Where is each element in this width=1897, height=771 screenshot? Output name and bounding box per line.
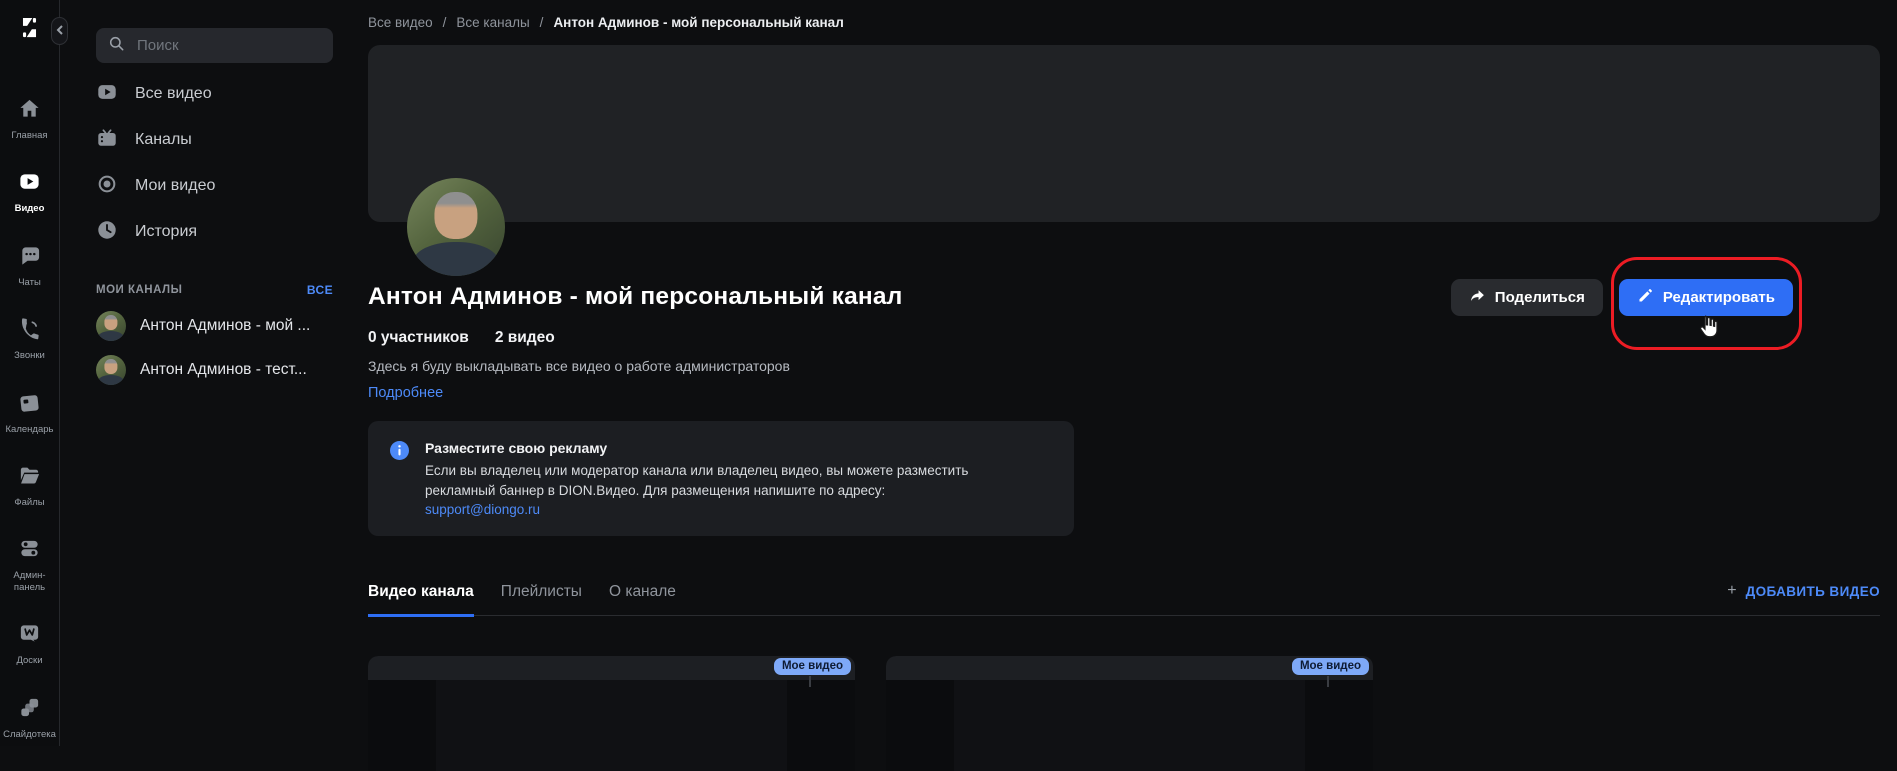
video-card[interactable]: Мое видео (368, 656, 855, 771)
toggles-icon (18, 537, 41, 565)
tab-channel-videos[interactable]: Видео канала (368, 583, 474, 617)
pencil-icon (1637, 287, 1654, 308)
plus-icon: + (1727, 582, 1737, 599)
info-icon (390, 441, 409, 460)
my-video-badge: Мое видео (1291, 658, 1369, 675)
slides-icon (18, 696, 41, 724)
tab-about[interactable]: О канале (609, 583, 676, 617)
channel-avatar (96, 355, 126, 385)
app-window: Главная Видео Чаты Звонки Календарь Файл… (0, 0, 1897, 771)
rail-item-boards[interactable]: Доски (0, 622, 59, 666)
channel-header: Антон Админов - мой персональный канал П… (368, 256, 1880, 350)
my-video-badge: Мое видео (773, 658, 851, 675)
breadcrumb: Все видео / Все каналы / Антон Админов -… (368, 0, 1880, 30)
sidebar-channel-item[interactable]: Антон Админов - тест... (96, 355, 333, 385)
app-rail: Главная Видео Чаты Звонки Календарь Файл… (0, 0, 60, 746)
share-button[interactable]: Поделиться (1450, 278, 1603, 316)
edit-button-area: Редактировать (1610, 256, 1802, 350)
search-input[interactable] (135, 36, 321, 55)
sidebar-item-channels[interactable]: Каналы (96, 125, 333, 155)
channel-actions: Поделиться Редактировать (1450, 256, 1802, 350)
support-email-link[interactable]: support@diongo.ru (425, 502, 540, 517)
play-icon (96, 81, 118, 108)
channel-tabs-bar: Видео канала Плейлисты О канале + ДОБАВИ… (368, 583, 1880, 617)
more-link[interactable]: Подробнее (368, 385, 1880, 401)
dion-logo[interactable] (16, 14, 43, 41)
ad-notice-content: Разместите свою рекламу Если вы владелец… (425, 440, 1037, 519)
record-icon (96, 173, 118, 200)
rail-item-calls[interactable]: Звонки (0, 317, 59, 361)
home-icon (18, 97, 41, 125)
sidebar-item-history[interactable]: История (96, 217, 333, 247)
rail-item-chats[interactable]: Чаты (0, 244, 59, 288)
members-count: 0 участников (368, 329, 469, 346)
ad-notice-banner: Разместите свою рекламу Если вы владелец… (368, 421, 1074, 536)
edit-button[interactable]: Редактировать (1618, 278, 1793, 316)
sidebar-item-my-videos[interactable]: Мои видео (96, 171, 333, 201)
rail-item-home[interactable]: Главная (0, 97, 59, 141)
rail-item-video[interactable]: Видео (0, 170, 59, 214)
channel-tabs: Видео канала Плейлисты О канале (368, 583, 676, 617)
channel-description: Здесь я буду выкладывать все видео о раб… (368, 358, 790, 374)
calendar-icon (18, 391, 41, 419)
my-channels-all-link[interactable]: ВСЕ (307, 283, 333, 297)
breadcrumb-all-videos[interactable]: Все видео (368, 15, 433, 30)
add-video-button[interactable]: + ДОБАВИТЬ ВИДЕО (1727, 583, 1880, 615)
rail-item-admin-panel[interactable]: Админ-панель (0, 537, 59, 593)
breadcrumb-separator: / (539, 15, 544, 30)
rail-item-calendar[interactable]: Календарь (0, 391, 59, 435)
sidebar-item-all-videos[interactable]: Все видео (96, 79, 333, 109)
channel-avatar (96, 311, 126, 341)
sidebar-collapse-button[interactable] (51, 17, 68, 45)
badge-pointer (809, 676, 811, 687)
sidebar-channel-item[interactable]: Антон Админов - мой ... (96, 311, 333, 341)
chat-icon (18, 244, 41, 272)
folder-icon (18, 464, 41, 492)
chevron-left-icon (56, 22, 64, 40)
share-icon (1469, 287, 1486, 308)
search-box[interactable] (96, 28, 333, 63)
channel-banner (368, 45, 1880, 222)
video-grid: Мое видео Мое видео (368, 656, 1880, 771)
my-channels-label: МОИ КАНАЛЫ (96, 284, 183, 296)
videos-count: 2 видео (494, 329, 555, 346)
breadcrumb-all-channels[interactable]: Все каналы (456, 15, 529, 30)
main-content: Все видео / Все каналы / Антон Админов -… (366, 0, 1897, 771)
boards-icon (18, 622, 41, 650)
channel-title: Антон Админов - мой персональный канал (368, 283, 903, 310)
video-sidebar: Все видео Каналы Мои видео История МОИ К… (60, 0, 366, 746)
my-channels-header: МОИ КАНАЛЫ ВСЕ (96, 283, 333, 297)
rail-item-slides[interactable]: Слайдотека (0, 696, 59, 740)
ad-notice-title: Разместите свою рекламу (425, 440, 608, 456)
channel-stats: 0 участников 2 видео (368, 329, 1880, 347)
video-icon (18, 170, 41, 198)
video-card[interactable]: Мое видео (886, 656, 1373, 771)
ad-notice-body: Если вы владелец или модератор канала ил… (425, 463, 969, 498)
phone-icon (18, 317, 41, 345)
rail-item-files[interactable]: Файлы (0, 464, 59, 508)
tv-icon (96, 127, 118, 154)
channel-profile-avatar[interactable] (407, 178, 505, 276)
search-icon (108, 35, 125, 57)
badge-pointer (1327, 676, 1329, 687)
tab-playlists[interactable]: Плейлисты (501, 583, 582, 617)
breadcrumb-current-channel: Антон Админов - мой персональный канал (553, 15, 844, 30)
breadcrumb-separator: / (442, 15, 447, 30)
history-icon (96, 219, 118, 246)
sidebar-menu: Все видео Каналы Мои видео История (96, 79, 333, 247)
